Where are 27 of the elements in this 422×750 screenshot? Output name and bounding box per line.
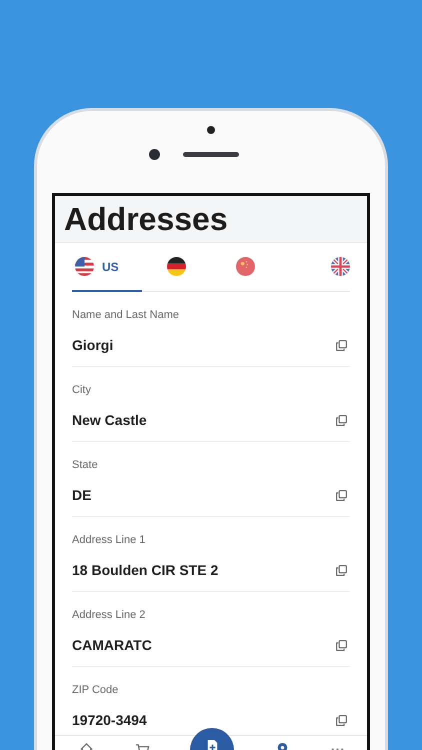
copy-icon[interactable] bbox=[336, 490, 347, 500]
field-value: CAMARATC bbox=[72, 637, 152, 653]
field-label: Name and Last Name bbox=[72, 309, 180, 321]
sensor-dot bbox=[207, 126, 215, 134]
flag-icon bbox=[75, 257, 94, 276]
flag-icon bbox=[236, 257, 256, 276]
field-label: City bbox=[72, 384, 92, 396]
field-label: ZIP Code bbox=[72, 684, 120, 696]
camera-lens bbox=[149, 149, 160, 160]
copy-icon[interactable] bbox=[336, 564, 347, 576]
field-value: New Castle bbox=[72, 412, 147, 428]
copy-icon[interactable] bbox=[336, 714, 347, 726]
flag-icon bbox=[166, 257, 186, 276]
field-label: State bbox=[72, 459, 99, 471]
field-label: Address Line 2 bbox=[72, 609, 146, 621]
copy-icon[interactable] bbox=[336, 640, 347, 650]
copy-icon[interactable] bbox=[336, 414, 347, 426]
field-value: 19720-3494 bbox=[72, 712, 147, 728]
field-value: DE bbox=[72, 487, 92, 503]
field-value: 18 Boulden CIR STE 2 bbox=[72, 562, 218, 578]
copy-icon[interactable] bbox=[336, 340, 347, 350]
speaker-grille bbox=[183, 152, 239, 157]
page-title: Addresses bbox=[64, 200, 228, 238]
field-label: Address Line 1 bbox=[72, 534, 146, 546]
country-tab[interactable]: US bbox=[72, 243, 142, 292]
flag-icon bbox=[331, 257, 350, 276]
field-value: Giorgi bbox=[72, 337, 114, 353]
